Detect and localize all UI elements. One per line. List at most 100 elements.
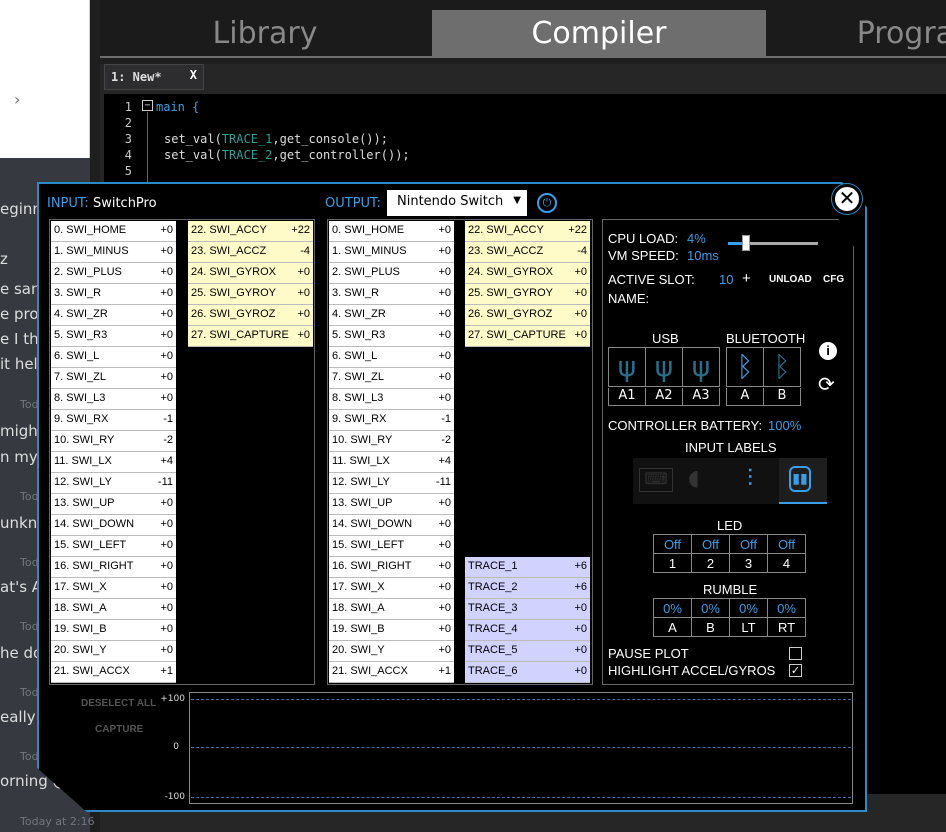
- cfg-button[interactable]: CFG: [823, 274, 844, 285]
- cpu-slider-knob[interactable]: [742, 235, 750, 251]
- trace-row[interactable]: TRACE_3 +0: [465, 599, 590, 620]
- output-channel-row[interactable]: 19. SWI_B +0: [329, 620, 454, 641]
- input-channel-row[interactable]: 7. SWI_ZL +0: [51, 368, 176, 389]
- output-channel-row[interactable]: 3. SWI_R +0: [329, 284, 454, 305]
- rumble-value[interactable]: 0%: [691, 598, 730, 618]
- tab-library[interactable]: Library: [200, 10, 330, 58]
- output-channel-row[interactable]: 23. SWI_ACCZ -4: [465, 242, 590, 263]
- input-channel-row[interactable]: 26. SWI_GYROZ +0: [188, 305, 313, 326]
- output-channel-row[interactable]: 4. SWI_ZR +0: [329, 305, 454, 326]
- output-channel-row[interactable]: 5. SWI_R3 +0: [329, 326, 454, 347]
- highlight-checkbox[interactable]: ✓: [789, 664, 802, 677]
- input-channel-row[interactable]: 8. SWI_L3 +0: [51, 389, 176, 410]
- led-state[interactable]: Off: [691, 534, 730, 554]
- motion-controller-icon[interactable]: ⫶: [747, 464, 753, 492]
- tab-program[interactable]: Program: [840, 10, 946, 58]
- input-channel-row[interactable]: 2. SWI_PLUS +0: [51, 263, 176, 284]
- input-channel-row[interactable]: 10. SWI_RY -2: [51, 431, 176, 452]
- input-channel-row[interactable]: 19. SWI_B +0: [51, 620, 176, 641]
- trace-row[interactable]: TRACE_6 +0: [465, 662, 590, 683]
- rumble-value[interactable]: 0%: [729, 598, 768, 618]
- close-tab-icon[interactable]: X: [190, 68, 197, 82]
- chevron-right-icon[interactable]: ›: [14, 90, 20, 109]
- input-channel-row[interactable]: 15. SWI_LEFT +0: [51, 536, 176, 557]
- output-channel-row[interactable]: 13. SWI_UP +0: [329, 494, 454, 515]
- info-icon[interactable]: i: [819, 342, 837, 360]
- output-channel-row[interactable]: 0. SWI_HOME +0: [329, 221, 454, 242]
- input-channel-row[interactable]: 12. SWI_LY -11: [51, 473, 176, 494]
- output-channel-row[interactable]: 22. SWI_ACCY +22: [465, 221, 590, 242]
- output-channel-row[interactable]: 14. SWI_DOWN +0: [329, 515, 454, 536]
- input-channel-row[interactable]: 13. SWI_UP +0: [51, 494, 176, 515]
- output-channel-row[interactable]: 17. SWI_X +0: [329, 578, 454, 599]
- editor-file-tab[interactable]: 1: New* X: [104, 64, 204, 90]
- mouse-icon[interactable]: ◖: [688, 466, 700, 491]
- trace-row[interactable]: TRACE_5 +0: [465, 641, 590, 662]
- pause-plot-checkbox[interactable]: [789, 647, 802, 660]
- usb-icon[interactable]: ψ: [645, 347, 683, 387]
- input-channel-row[interactable]: 27. SWI_CAPTURE +0: [188, 326, 313, 347]
- output-channel-row[interactable]: 24. SWI_GYROX +0: [465, 263, 590, 284]
- input-channel-row[interactable]: 23. SWI_ACCZ -4: [188, 242, 313, 263]
- power-icon[interactable]: ⏻: [537, 193, 557, 213]
- output-channel-row[interactable]: 25. SWI_GYROY +0: [465, 284, 590, 305]
- trace-row[interactable]: TRACE_1 +6: [465, 557, 590, 578]
- keyboard-icon[interactable]: ⌨: [639, 468, 673, 492]
- output-channel-row[interactable]: 7. SWI_ZL +0: [329, 368, 454, 389]
- cpu-slider[interactable]: [728, 235, 818, 251]
- bluetooth-icon[interactable]: ᛒ: [763, 347, 801, 387]
- refresh-icon[interactable]: ⟳: [818, 372, 835, 397]
- input-channel-row[interactable]: 9. SWI_RX -1: [51, 410, 176, 431]
- input-channel-row[interactable]: 4. SWI_ZR +0: [51, 305, 176, 326]
- output-channel-row[interactable]: 2. SWI_PLUS +0: [329, 263, 454, 284]
- output-channel-row[interactable]: 16. SWI_RIGHT +0: [329, 557, 454, 578]
- led-state[interactable]: Off: [767, 534, 806, 554]
- rumble-value[interactable]: 0%: [767, 598, 806, 618]
- output-channel-row[interactable]: 27. SWI_CAPTURE +0: [465, 326, 590, 347]
- output-device-select[interactable]: Nintendo Switch ▼: [387, 190, 527, 216]
- output-channel-row[interactable]: 18. SWI_A +0: [329, 599, 454, 620]
- input-channel-row[interactable]: 6. SWI_L +0: [51, 347, 176, 368]
- usb-icon[interactable]: ψ: [608, 347, 646, 387]
- switch-controller-tab[interactable]: ▮▮: [779, 458, 827, 504]
- input-channel-row[interactable]: 24. SWI_GYROX +0: [188, 263, 313, 284]
- output-channel-row[interactable]: 20. SWI_Y +0: [329, 641, 454, 662]
- trace-row[interactable]: TRACE_4 +0: [465, 620, 590, 641]
- input-channel-row[interactable]: 3. SWI_R +0: [51, 284, 176, 305]
- input-channel-row[interactable]: 21. SWI_ACCX +1: [51, 662, 176, 683]
- led-state[interactable]: Off: [729, 534, 768, 554]
- tab-compiler[interactable]: Compiler: [432, 10, 766, 58]
- input-channel-row[interactable]: 20. SWI_Y +0: [51, 641, 176, 662]
- output-channel-row[interactable]: 15. SWI_LEFT +0: [329, 536, 454, 557]
- output-channel-row[interactable]: 21. SWI_ACCX +1: [329, 662, 454, 683]
- input-channel-row[interactable]: 16. SWI_RIGHT +0: [51, 557, 176, 578]
- input-channel-row[interactable]: 17. SWI_X +0: [51, 578, 176, 599]
- led-state[interactable]: Off: [653, 534, 692, 554]
- capture-button[interactable]: CAPTURE: [95, 724, 143, 735]
- output-channel-row[interactable]: 10. SWI_RY -2: [329, 431, 454, 452]
- slot-plus-button[interactable]: +: [742, 270, 751, 287]
- input-channel-row[interactable]: 22. SWI_ACCY +22: [188, 221, 313, 242]
- input-channel-row[interactable]: 5. SWI_R3 +0: [51, 326, 176, 347]
- usb-icon[interactable]: ψ: [682, 347, 720, 387]
- signal-plot[interactable]: [189, 692, 853, 804]
- input-channel-row[interactable]: 1. SWI_MINUS +0: [51, 242, 176, 263]
- fold-collapse-icon[interactable]: −: [142, 100, 153, 111]
- input-channel-row[interactable]: 14. SWI_DOWN +0: [51, 515, 176, 536]
- output-channel-row[interactable]: 8. SWI_L3 +0: [329, 389, 454, 410]
- output-channel-row[interactable]: 11. SWI_LX +4: [329, 452, 454, 473]
- bluetooth-icon[interactable]: ᛒ: [726, 347, 764, 387]
- rumble-value[interactable]: 0%: [653, 598, 692, 618]
- output-channel-row[interactable]: 12. SWI_LY -11: [329, 473, 454, 494]
- output-channel-row[interactable]: 1. SWI_MINUS +0: [329, 242, 454, 263]
- input-channel-row[interactable]: 0. SWI_HOME +0: [51, 221, 176, 242]
- input-channel-row[interactable]: 11. SWI_LX +4: [51, 452, 176, 473]
- output-channel-row[interactable]: 26. SWI_GYROZ +0: [465, 305, 590, 326]
- close-dialog-button[interactable]: ✕: [832, 184, 862, 214]
- input-channel-row[interactable]: 18. SWI_A +0: [51, 599, 176, 620]
- unload-button[interactable]: UNLOAD: [769, 274, 812, 285]
- output-channel-row[interactable]: 6. SWI_L +0: [329, 347, 454, 368]
- trace-row[interactable]: TRACE_2 +6: [465, 578, 590, 599]
- output-channel-row[interactable]: 9. SWI_RX -1: [329, 410, 454, 431]
- input-channel-row[interactable]: 25. SWI_GYROY +0: [188, 284, 313, 305]
